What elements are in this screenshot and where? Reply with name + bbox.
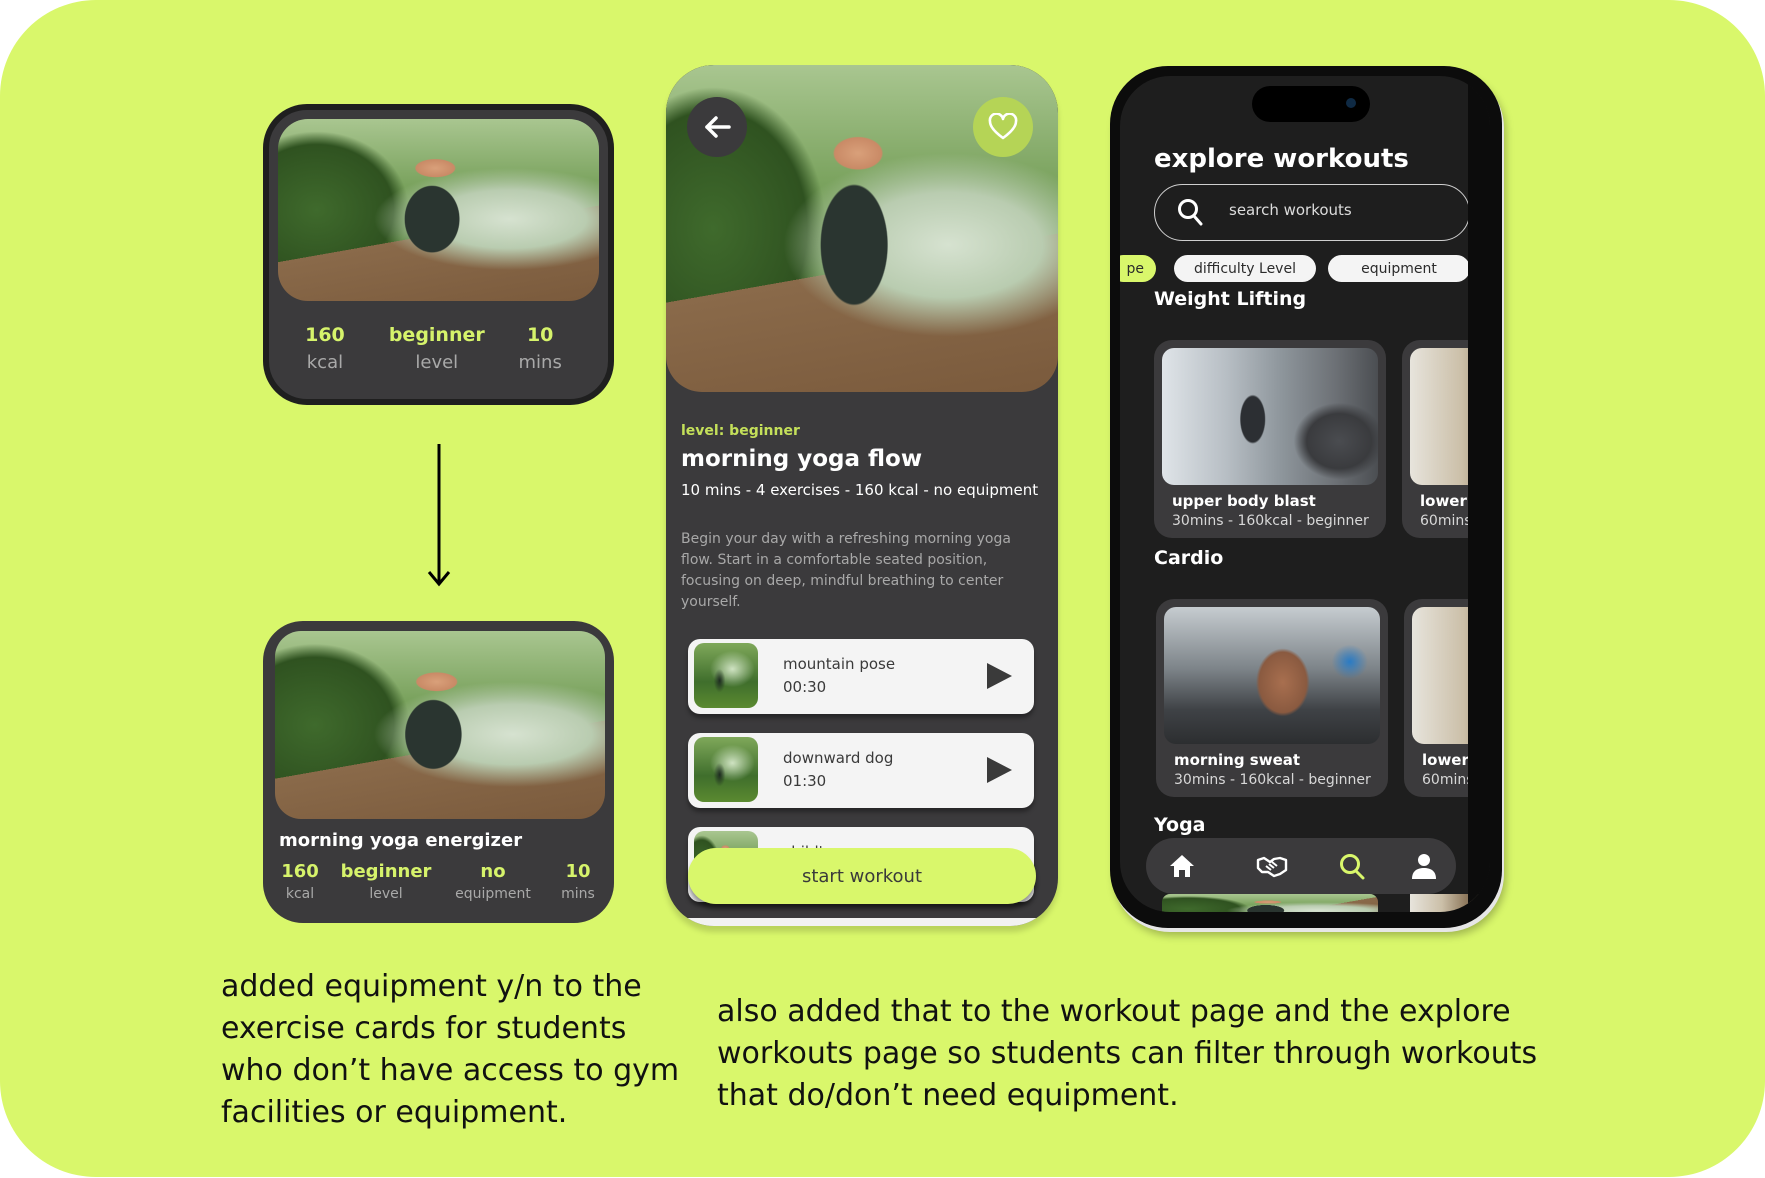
arrow-down-icon	[427, 444, 451, 587]
stat-mins: 10 mins	[493, 324, 588, 373]
play-icon[interactable]	[987, 757, 1012, 783]
workout-photo	[1164, 607, 1380, 744]
exercise-thumbnail	[694, 643, 758, 708]
phone-frame: explore workouts pe difficulty Level equ…	[1110, 66, 1502, 928]
home-icon	[1170, 855, 1194, 877]
nav-search[interactable]	[1336, 850, 1368, 882]
card-stats: 160 kcal beginner level 10 mins	[269, 324, 608, 373]
stat-label: mins	[518, 352, 562, 373]
arrow-left-icon	[705, 116, 731, 138]
stat-value: 10	[526, 324, 554, 346]
stat-label: kcal	[285, 886, 315, 902]
stat-label: kcal	[306, 352, 344, 373]
workout-name: upper body blast	[1172, 492, 1316, 510]
stat-label: equipment	[455, 886, 531, 902]
search-icon	[1340, 854, 1365, 880]
nav-home[interactable]	[1166, 850, 1198, 882]
workout-description: Begin your day with a refreshing morning…	[681, 531, 1011, 610]
stat-value: beginner	[340, 861, 432, 882]
workout-photo	[1162, 894, 1378, 912]
stat-label: level	[369, 886, 403, 902]
level-label: level: beginner	[681, 423, 800, 439]
bottom-nav	[1146, 838, 1456, 894]
stat-mins: 10 mins	[561, 861, 595, 902]
exercise-row[interactable]: mountain pose 00:30	[688, 639, 1034, 714]
section-title: Cardio	[1154, 547, 1224, 569]
stat-value: 160	[281, 861, 319, 882]
exercise-name: mountain pose	[783, 655, 896, 673]
dynamic-island	[1252, 86, 1370, 122]
workout-detail-screen: level: beginner morning yoga flow 10 min…	[666, 65, 1058, 926]
exercise-time: 00:30	[783, 678, 827, 696]
section-title: Weight Lifting	[1154, 288, 1307, 310]
page-title: explore workouts	[1154, 144, 1409, 174]
workout-card-before[interactable]: 160 kcal beginner level 10 mins	[263, 104, 614, 405]
favorite-button[interactable]	[973, 97, 1033, 157]
section-title: Yoga	[1154, 814, 1206, 836]
workout-card[interactable]: morning sweat 30mins - 160kcal - beginne…	[1156, 599, 1388, 797]
workout-card[interactable]: upper body blast 30mins - 160kcal - begi…	[1154, 340, 1386, 538]
workout-meta: 30mins - 160kcal - beginner	[1174, 772, 1371, 788]
filter-chip-equipment[interactable]: equipment	[1328, 255, 1470, 282]
workout-meta: 30mins - 160kcal - beginner	[1172, 513, 1369, 529]
caption-page-change: also added that to the workout page and …	[717, 994, 1538, 1113]
workout-name: morning sweat	[1174, 751, 1301, 769]
yoga-photo	[275, 631, 605, 819]
search-bar[interactable]	[1154, 184, 1470, 241]
stat-label: level	[415, 352, 459, 373]
stat-label: mins	[561, 886, 595, 902]
user-icon	[1412, 854, 1436, 879]
home-indicator-strip	[666, 918, 1058, 926]
play-icon[interactable]	[987, 663, 1012, 689]
card-title: morning yoga energizer	[279, 830, 523, 851]
stat-value: 10	[565, 861, 591, 882]
exercise-row[interactable]: downward dog 01:30	[688, 733, 1034, 808]
stat-level: beginner level	[381, 324, 493, 373]
back-button[interactable]	[687, 97, 747, 157]
stat-value: no	[480, 861, 506, 882]
stat-kcal: 160 kcal	[269, 324, 381, 373]
start-workout-button[interactable]: start workout	[688, 848, 1036, 904]
stat-value: 160	[305, 324, 345, 346]
filter-chips: pe difficulty Level equipment	[1120, 255, 1490, 283]
exercise-name: downward dog	[783, 749, 894, 767]
camera-icon	[1346, 98, 1356, 108]
stat-level: beginner level	[341, 861, 432, 902]
filter-chip-type[interactable]: pe	[1120, 255, 1156, 282]
stat-kcal: 160 kcal	[281, 861, 319, 902]
stat-equipment: no equipment	[455, 861, 531, 902]
exercise-thumbnail	[694, 737, 758, 802]
search-input[interactable]	[1229, 201, 1449, 219]
workout-card-after[interactable]: morning yoga energizer 160 kcal beginner…	[263, 621, 614, 923]
workout-meta: 10 mins - 4 exercises - 160 kcal - no eq…	[681, 481, 1039, 499]
yoga-photo	[278, 119, 599, 301]
screen-edge	[1468, 76, 1490, 912]
presentation-board: 160 kcal beginner level 10 mins morning …	[0, 0, 1765, 1177]
exercise-time: 01:30	[783, 772, 827, 790]
handshake-icon	[1256, 856, 1288, 878]
workout-photo	[1162, 348, 1378, 485]
search-icon	[1178, 199, 1203, 226]
caption-card-change: added equipment y/n to the exercise card…	[221, 969, 680, 1130]
explore-screen: explore workouts pe difficulty Level equ…	[1120, 76, 1490, 912]
filter-chip-difficulty[interactable]: difficulty Level	[1174, 255, 1316, 282]
heart-icon	[988, 113, 1018, 140]
nav-community[interactable]	[1256, 850, 1288, 882]
workout-title: morning yoga flow	[681, 446, 923, 472]
stat-value: beginner	[388, 324, 485, 346]
nav-profile[interactable]	[1408, 850, 1440, 882]
